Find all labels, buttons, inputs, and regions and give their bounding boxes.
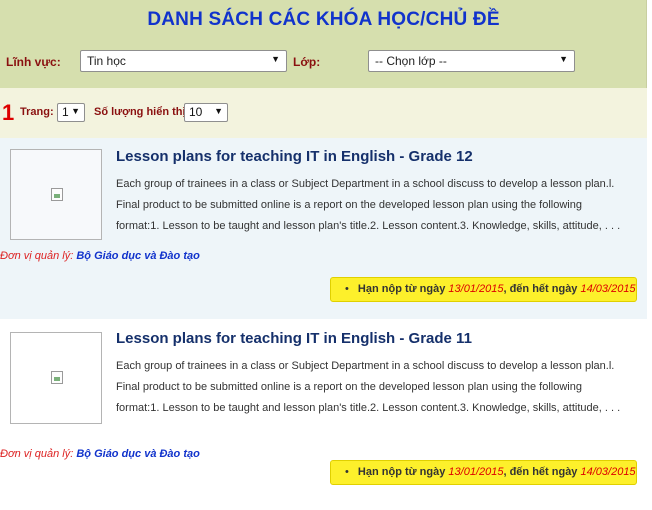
course-manager: Đơn vị quản lý: Bộ Giáo dục và Đào tạo <box>0 448 200 460</box>
deadline-end-date: 14/03/2015 <box>580 283 636 295</box>
current-page-number: 1 <box>2 100 15 125</box>
manager-org: Bộ Giáo dục và Đào tạo <box>76 448 200 460</box>
deadline-mid: , đến hết ngày <box>503 283 578 295</box>
deadline-end-date: 14/03/2015 <box>580 466 636 478</box>
course-item: Lesson plans for teaching IT in English … <box>0 320 647 501</box>
course-description-line: Each group of trainees in a class or Sub… <box>116 178 615 190</box>
bullet-icon: • <box>345 283 349 295</box>
manager-org: Bộ Giáo dục và Đào tạo <box>76 250 200 262</box>
manager-label: Đơn vị quản lý: <box>0 250 74 262</box>
broken-image-icon <box>51 371 63 384</box>
course-manager: Đơn vị quản lý: Bộ Giáo dục và Đào tạo <box>0 250 200 262</box>
course-title-link[interactable]: Lesson plans for teaching IT in English … <box>116 148 473 165</box>
page-select-value: 1 <box>62 105 69 119</box>
deadline-start-date: 13/01/2015 <box>448 283 504 295</box>
course-thumbnail[interactable] <box>10 332 102 424</box>
deadline-start-date: 13/01/2015 <box>448 466 504 478</box>
deadline-badge: • Hạn nộp từ ngày 13/01/2015, đến hết ng… <box>330 460 637 485</box>
chevron-down-icon: ▼ <box>271 54 280 64</box>
page-size-select[interactable]: 10 ▼ <box>184 103 228 122</box>
chevron-down-icon: ▼ <box>214 106 223 116</box>
course-item: Lesson plans for teaching IT in English … <box>0 138 647 319</box>
broken-image-icon <box>51 188 63 201</box>
deadline-mid: , đến hết ngày <box>503 466 578 478</box>
page-select[interactable]: 1 ▼ <box>57 103 85 122</box>
field-select[interactable]: Tin học ▼ <box>80 50 287 72</box>
manager-label: Đơn vị quản lý: <box>0 448 74 460</box>
deadline-prefix: Hạn nộp từ ngày <box>357 466 446 478</box>
deadline-badge: • Hạn nộp từ ngày 13/01/2015, đến hết ng… <box>330 277 637 302</box>
course-description: Each group of trainees in a class or Sub… <box>116 174 636 237</box>
chevron-down-icon: ▼ <box>559 54 568 64</box>
class-select-value: -- Chọn lớp -- <box>375 54 447 68</box>
field-label: Lĩnh vực: <box>6 55 61 69</box>
course-description-line: format:1. Lesson to be taught and lesson… <box>116 220 621 232</box>
course-description-line: Final product to be submitted online is … <box>116 199 582 211</box>
course-description-line: Each group of trainees in a class or Sub… <box>116 360 615 372</box>
page-label: Trang: <box>20 106 54 118</box>
course-description-line: Final product to be submitted online is … <box>116 381 582 393</box>
class-select[interactable]: -- Chọn lớp -- ▼ <box>368 50 575 72</box>
page-title: DANH SÁCH CÁC KHÓA HỌC/CHỦ ĐỀ <box>147 9 500 30</box>
course-description-line: format:1. Lesson to be taught and lesson… <box>116 402 621 414</box>
course-thumbnail[interactable] <box>10 149 102 240</box>
count-label: Số lượng hiển thị: <box>94 106 190 118</box>
bullet-icon: • <box>345 466 349 478</box>
field-select-value: Tin học <box>87 54 126 68</box>
class-label: Lớp: <box>293 55 321 69</box>
filter-header: DANH SÁCH CÁC KHÓA HỌC/CHỦ ĐỀ Lĩnh vực: … <box>0 0 647 88</box>
course-description: Each group of trainees in a class or Sub… <box>116 356 636 419</box>
pager-bar: 1 Trang: 1 ▼ Số lượng hiển thị: 10 ▼ <box>0 88 647 138</box>
chevron-down-icon: ▼ <box>71 106 80 116</box>
course-title-link[interactable]: Lesson plans for teaching IT in English … <box>116 330 472 347</box>
page-size-select-value: 10 <box>189 105 203 119</box>
deadline-prefix: Hạn nộp từ ngày <box>357 283 446 295</box>
